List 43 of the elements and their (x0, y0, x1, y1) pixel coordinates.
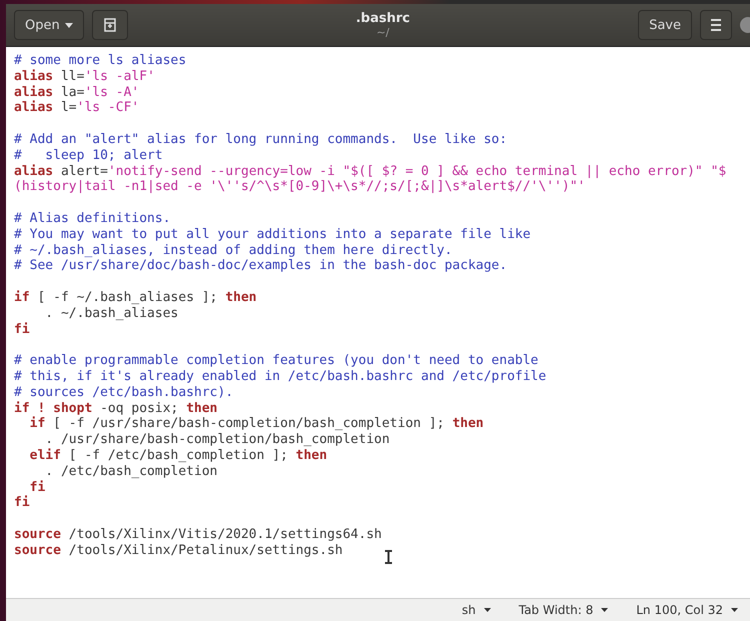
code-line: # sleep 10; alert (14, 148, 163, 164)
window-subtitle: ~/ (376, 26, 390, 39)
code-line: alias l='ls -CF' (14, 100, 140, 116)
code-line: alias la='ls -A' (14, 84, 140, 100)
code-line: fi (14, 322, 30, 338)
new-tab-button[interactable] (92, 10, 128, 40)
menu-button[interactable] (700, 10, 732, 40)
status-dropdown[interactable]: Ln 100, Col 32 (636, 603, 738, 617)
code-line: alias alert='notify-send --urgency=low -i "$([ $? = 0 ] && echo terminal || echo error)" "$ (14, 164, 726, 180)
code-line: if [ -f /usr/share/bash-completion/bash_completion ]; then (28, 416, 484, 432)
code-line: # some more ls aliases (14, 53, 186, 69)
code-line: source /tools/Xilinx/Petalinux/settings.sh (14, 542, 343, 558)
code-line: # sources /etc/bash.bashrc). (14, 384, 234, 401)
code-line: if [ -f ~/.bash_aliases ]; then (14, 290, 257, 306)
text-cursor-icon (385, 550, 392, 564)
save-button[interactable]: Save (638, 10, 692, 40)
document-icon (102, 18, 117, 32)
code-line: alias ll='ls -alF' (14, 68, 155, 85)
code-line: # See /usr/share/doc/bash-doc/examples in the bash-doc package. (14, 258, 508, 274)
window-title: .bashrc (356, 11, 410, 26)
code-line: # enable programmable completion features (you don't need to enable (14, 353, 538, 369)
code-line: . ~/.bash_aliases (44, 306, 178, 322)
code-line: # Alias definitions. (14, 210, 171, 227)
code-line: # this, if it's already enabled in /etc/bash.bashrc and /etc/profile (14, 368, 546, 385)
code-line: if ! shopt -oq posix; then (14, 400, 218, 416)
open-button[interactable]: Open (14, 10, 84, 40)
code-line: # Add an "alert" alias for long running commands. Use like so: (14, 132, 508, 148)
code-line: # You may want to put all your additions into a separate file like (14, 226, 531, 243)
code-line: elif [ -f /etc/bash_completion ]; then (28, 448, 328, 464)
code-line: source /tools/Xilinx/Vitis/2020.1/settings64.sh (14, 526, 382, 543)
code-line: . /etc/bash_completion (45, 464, 218, 480)
caret-icon (484, 608, 491, 612)
code-line: (history|tail -n1|sed -e '\''s/^\s*[0-9]\+\s*//;s/[;&|]\s*alert$//'\'')"' (14, 179, 586, 196)
code-line: fi (30, 480, 46, 496)
caret-icon (731, 608, 738, 612)
caret-icon (601, 608, 608, 612)
menu-icon (711, 19, 721, 31)
caret-icon (64, 22, 73, 28)
code-line: fi (14, 495, 30, 512)
code-line: # ~/.bash_aliases, instead of adding them here directly. (14, 242, 452, 258)
code-line: . /usr/share/bash-completion/bash_completion (44, 432, 390, 448)
status-dropdown[interactable]: Tab Width: 8 (518, 603, 608, 617)
status-dropdown[interactable]: sh (462, 603, 491, 617)
